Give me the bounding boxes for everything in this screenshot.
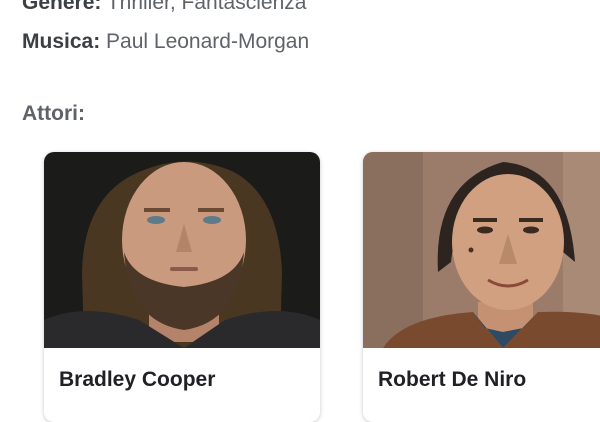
actor-name: Bradley Cooper [59, 368, 216, 391]
music-value: Paul Leonard-Morgan [106, 30, 310, 53]
actor-photo [363, 152, 600, 348]
actor-card-bradley-cooper[interactable]: Bradley Cooper [44, 152, 320, 422]
genre-label: Genere: [22, 0, 102, 14]
cast-section-title: Attori: [22, 102, 85, 125]
genre-value: Thriller, Fantascienza [106, 0, 307, 14]
actor-name: Robert De Niro [378, 368, 527, 391]
music-line: Musica: Paul Leonard-Morgan [22, 30, 309, 54]
actor-card-robert-de-niro[interactable]: Robert De Niro [363, 152, 600, 422]
music-label: Musica: [22, 30, 101, 53]
actor-photo [44, 152, 320, 348]
genre-line: Genere: Thriller, Fantascienza [22, 0, 306, 15]
